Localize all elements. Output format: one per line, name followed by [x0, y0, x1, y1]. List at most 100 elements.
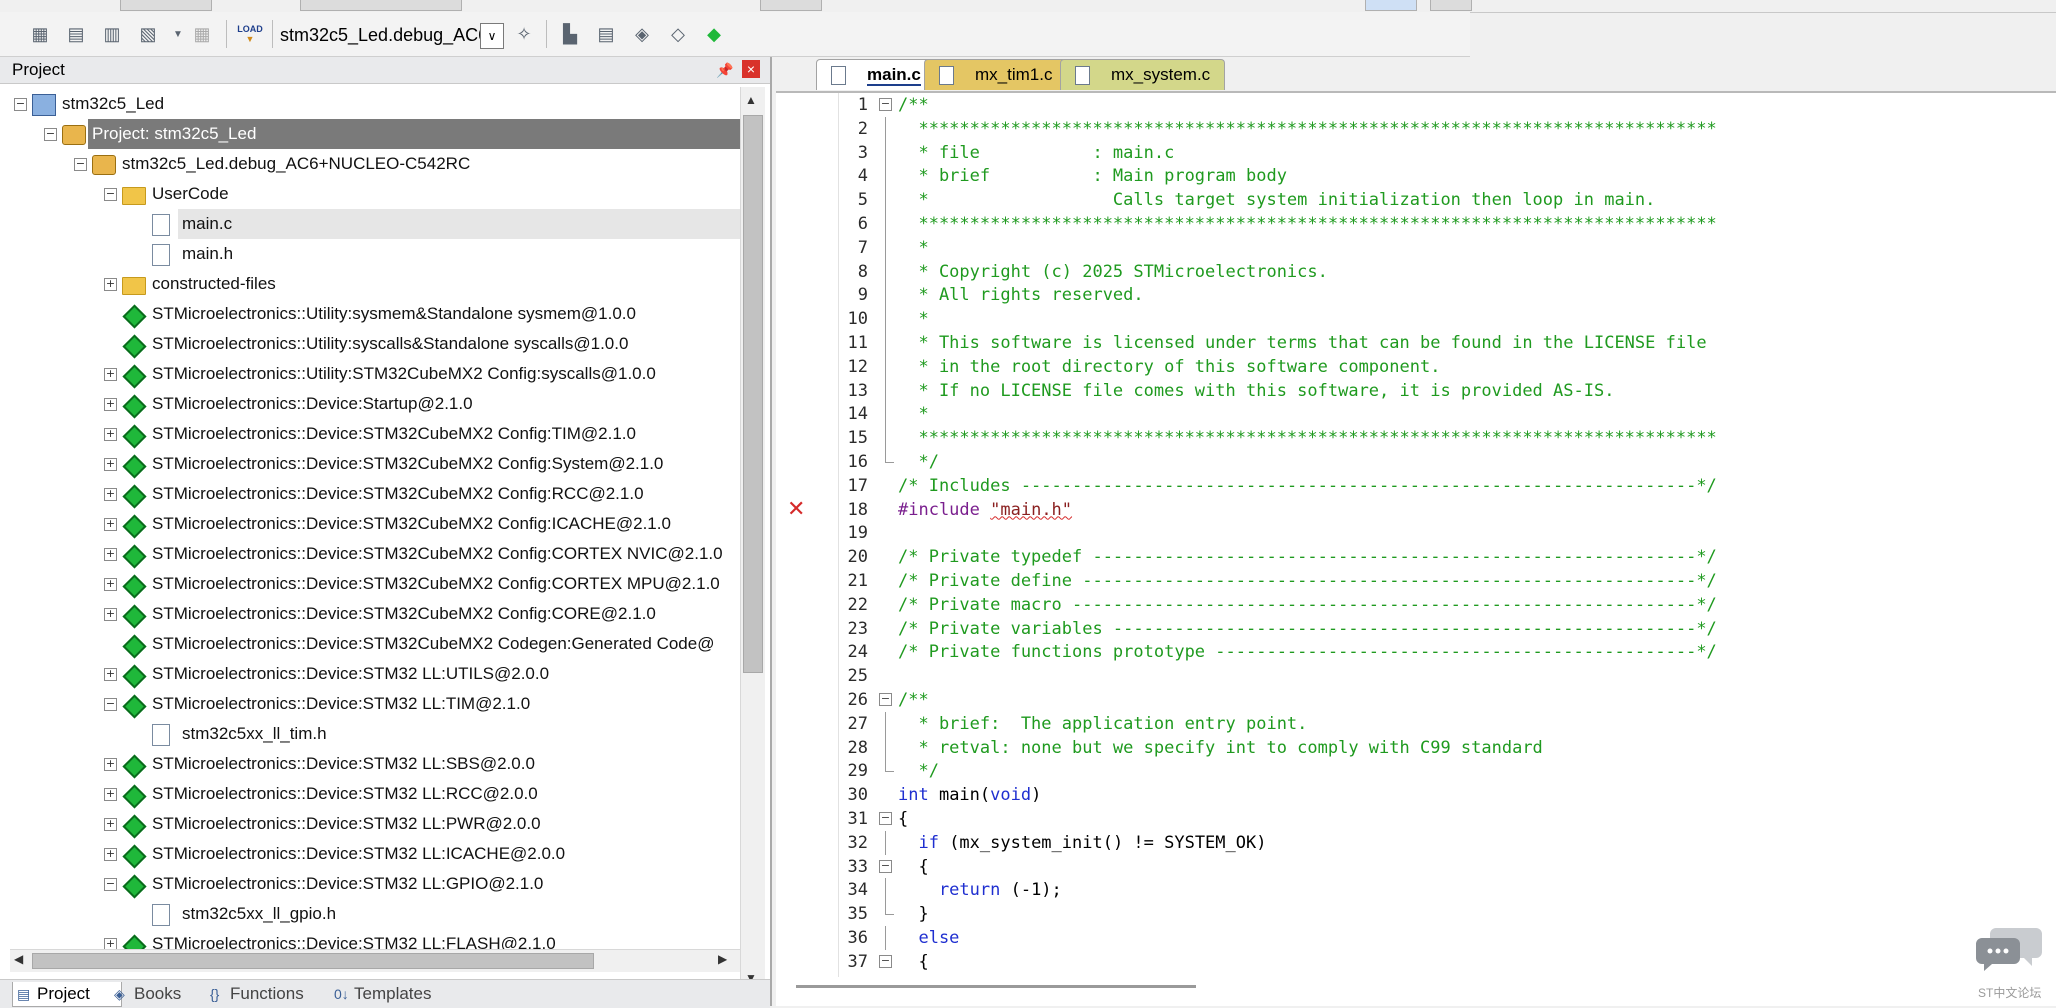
manage-components-icon[interactable]: ▙	[558, 22, 582, 46]
expand-icon[interactable]: +	[104, 278, 117, 291]
code-area[interactable]: 1−/** 2 *********************************…	[776, 93, 2056, 977]
fold-icon[interactable]: −	[879, 812, 892, 825]
collapse-icon[interactable]: −	[104, 878, 117, 891]
bottom-tab-functions[interactable]: {} Functions	[206, 982, 346, 1006]
tree-item[interactable]: + STMicroelectronics::Device:STM32 LL:SBS…	[10, 749, 740, 779]
code-line[interactable]: 10 *	[776, 307, 2056, 332]
code-line[interactable]: 35 }	[776, 902, 2056, 926]
code-line[interactable]: 20 /* Private typedef -------------------…	[776, 545, 2056, 569]
tree-item[interactable]: + STMicroelectronics::Device:STM32CubeMX2…	[10, 449, 740, 479]
scroll-left-icon[interactable]: ◀	[14, 952, 23, 966]
code-line[interactable]: 12 * in the root directory of this softw…	[776, 354, 2056, 379]
vscroll-thumb[interactable]	[743, 115, 763, 673]
expand-icon[interactable]: +	[104, 548, 117, 561]
expand-icon[interactable]: +	[104, 428, 117, 441]
expand-icon[interactable]: +	[104, 518, 117, 531]
editor-tab-main-c[interactable]: main.c	[816, 59, 936, 90]
code-line[interactable]: 23 /* Private variables -----------------…	[776, 617, 2056, 641]
code-line[interactable]: 29 */	[776, 759, 2056, 783]
tree-item[interactable]: + STMicroelectronics::Device:STM32 LL:ICA…	[10, 839, 740, 869]
expand-icon[interactable]: +	[104, 608, 117, 621]
bottom-tab-project[interactable]: ▤ Project	[12, 982, 122, 1007]
tree-item[interactable]: STMicroelectronics::Device:STM32CubeMX2 …	[10, 629, 740, 659]
code-line[interactable]: 14 *	[776, 402, 2056, 427]
project-tree-hscrollbar[interactable]: ◀ ▶	[10, 949, 740, 972]
download-icon[interactable]: LOAD ▼	[237, 22, 263, 46]
collapse-icon[interactable]: −	[104, 698, 117, 711]
tree-item[interactable]: + STMicroelectronics::Device:STM32 LL:UTI…	[10, 659, 740, 689]
pin-icon[interactable]: 📌	[716, 57, 733, 83]
tree-item[interactable]: + STMicroelectronics::Device:STM32CubeMX2…	[10, 539, 740, 569]
tree-item[interactable]: − STMicroelectronics::Device:STM32 LL:GPI…	[10, 869, 740, 899]
batch-dropdown-icon[interactable]: ▼	[166, 22, 190, 46]
code-line[interactable]: 13 * If no LICENSE file comes with this …	[776, 378, 2056, 403]
code-line[interactable]: 37− {	[776, 950, 2056, 974]
project-tree-vscrollbar[interactable]: ▲ ▼	[740, 87, 765, 989]
tree-item[interactable]: + STMicroelectronics::Device:STM32CubeMX2…	[10, 599, 740, 629]
bottom-tab-books[interactable]: ◈ Books	[110, 982, 220, 1006]
batch-build-icon[interactable]: ▧	[136, 22, 160, 46]
hscroll-thumb[interactable]	[32, 953, 594, 969]
tree-item[interactable]: − stm32c5_Led.debug_AC6+NUCLEO-C542RC	[10, 149, 740, 179]
code-line[interactable]: 27 * brief: The application entry point.	[776, 711, 2056, 736]
fold-icon[interactable]: −	[879, 693, 892, 706]
code-line[interactable]: 3 * file : main.c	[776, 140, 2056, 165]
code-line[interactable]: 34 return (-1);	[776, 878, 2056, 903]
tree-item[interactable]: + STMicroelectronics::Device:STM32CubeMX2…	[10, 509, 740, 539]
ide-config-icon[interactable]: ◆	[702, 22, 726, 46]
code-line[interactable]: 33− {	[776, 855, 2056, 879]
target-options-icon[interactable]: ✧	[512, 22, 536, 46]
code-line[interactable]: 7 *	[776, 235, 2056, 260]
code-line[interactable]: 11 * This software is licensed under ter…	[776, 331, 2056, 355]
tree-item[interactable]: stm32c5xx_ll_gpio.h	[10, 899, 740, 929]
code-line[interactable]: 32 if (mx_system_init() != SYSTEM_OK)	[776, 830, 2056, 855]
code-line[interactable]: 2 **************************************…	[776, 116, 2056, 141]
pack-installer-icon[interactable]: ▤	[594, 22, 618, 46]
expand-icon[interactable]: +	[104, 788, 117, 801]
tree-item[interactable]: + STMicroelectronics::Device:STM32 LL:RCC…	[10, 779, 740, 809]
expand-icon[interactable]: +	[104, 578, 117, 591]
code-line[interactable]: 24 /* Private functions prototype -------…	[776, 640, 2056, 664]
expand-icon[interactable]: +	[104, 488, 117, 501]
build-icon[interactable]: ▤	[64, 22, 88, 46]
collapse-icon[interactable]: −	[74, 158, 87, 171]
fold-icon[interactable]: −	[879, 954, 892, 968]
code-line[interactable]: 17 /* Includes --------------------------…	[776, 474, 2056, 498]
chat-bubble-icon[interactable]	[1976, 924, 2044, 974]
code-line[interactable]: 25	[776, 664, 2056, 688]
code-line[interactable]: 15 *************************************…	[776, 426, 2056, 451]
code-line[interactable]: 16 */	[776, 450, 2056, 474]
translate-icon[interactable]: ▦	[28, 22, 52, 46]
code-line[interactable]: 6 **************************************…	[776, 212, 2056, 236]
close-icon[interactable]: ×	[742, 60, 760, 78]
tree-item[interactable]: + constructed-files	[10, 269, 740, 299]
bottom-tab-templates[interactable]: 0↓ Templates	[330, 982, 466, 1006]
rebuild-icon[interactable]: ▥	[100, 22, 124, 46]
fold-icon[interactable]: −	[879, 859, 892, 873]
code-line[interactable]: 28 * retval: none but we specify int to …	[776, 735, 2056, 760]
tree-item[interactable]: main.c	[10, 209, 740, 239]
collapse-icon[interactable]: −	[104, 188, 117, 201]
editor-tab-mx_tim1-c[interactable]: mx_tim1.c	[924, 59, 1068, 90]
tree-item[interactable]: STMicroelectronics::Utility:sysmem&Stand…	[10, 299, 740, 329]
code-line[interactable]: 9 * All rights reserved.	[776, 283, 2056, 308]
tree-item[interactable]: − STMicroelectronics::Device:STM32 LL:TIM…	[10, 689, 740, 719]
code-line[interactable]: 22 /* Private macro ---------------------…	[776, 593, 2056, 617]
tree-item[interactable]: main.h	[10, 239, 740, 269]
code-line[interactable]: 26−/**	[776, 688, 2056, 712]
scroll-right-icon[interactable]: ▶	[718, 952, 727, 966]
tree-item[interactable]: stm32c5xx_ll_tim.h	[10, 719, 740, 749]
collapse-icon[interactable]: −	[14, 98, 27, 111]
code-line[interactable]: 36 else	[776, 926, 2056, 950]
editor-hscroll-thumb[interactable]	[796, 985, 1196, 988]
expand-icon[interactable]: +	[104, 458, 117, 471]
code-line[interactable]: 19	[776, 521, 2056, 545]
stop-build-icon[interactable]: ▦	[190, 22, 214, 46]
tree-item[interactable]: − stm32c5_Led	[10, 89, 740, 119]
expand-icon[interactable]: +	[104, 398, 117, 411]
tree-item[interactable]: + STMicroelectronics::Device:STM32CubeMX2…	[10, 479, 740, 509]
tree-item[interactable]: + STMicroelectronics::Device:STM32CubeMX2…	[10, 569, 740, 599]
code-line[interactable]: 31−{	[776, 807, 2056, 831]
scroll-up-icon[interactable]: ▲	[745, 93, 757, 107]
code-line[interactable]: 4 * brief : Main program body	[776, 164, 2056, 189]
